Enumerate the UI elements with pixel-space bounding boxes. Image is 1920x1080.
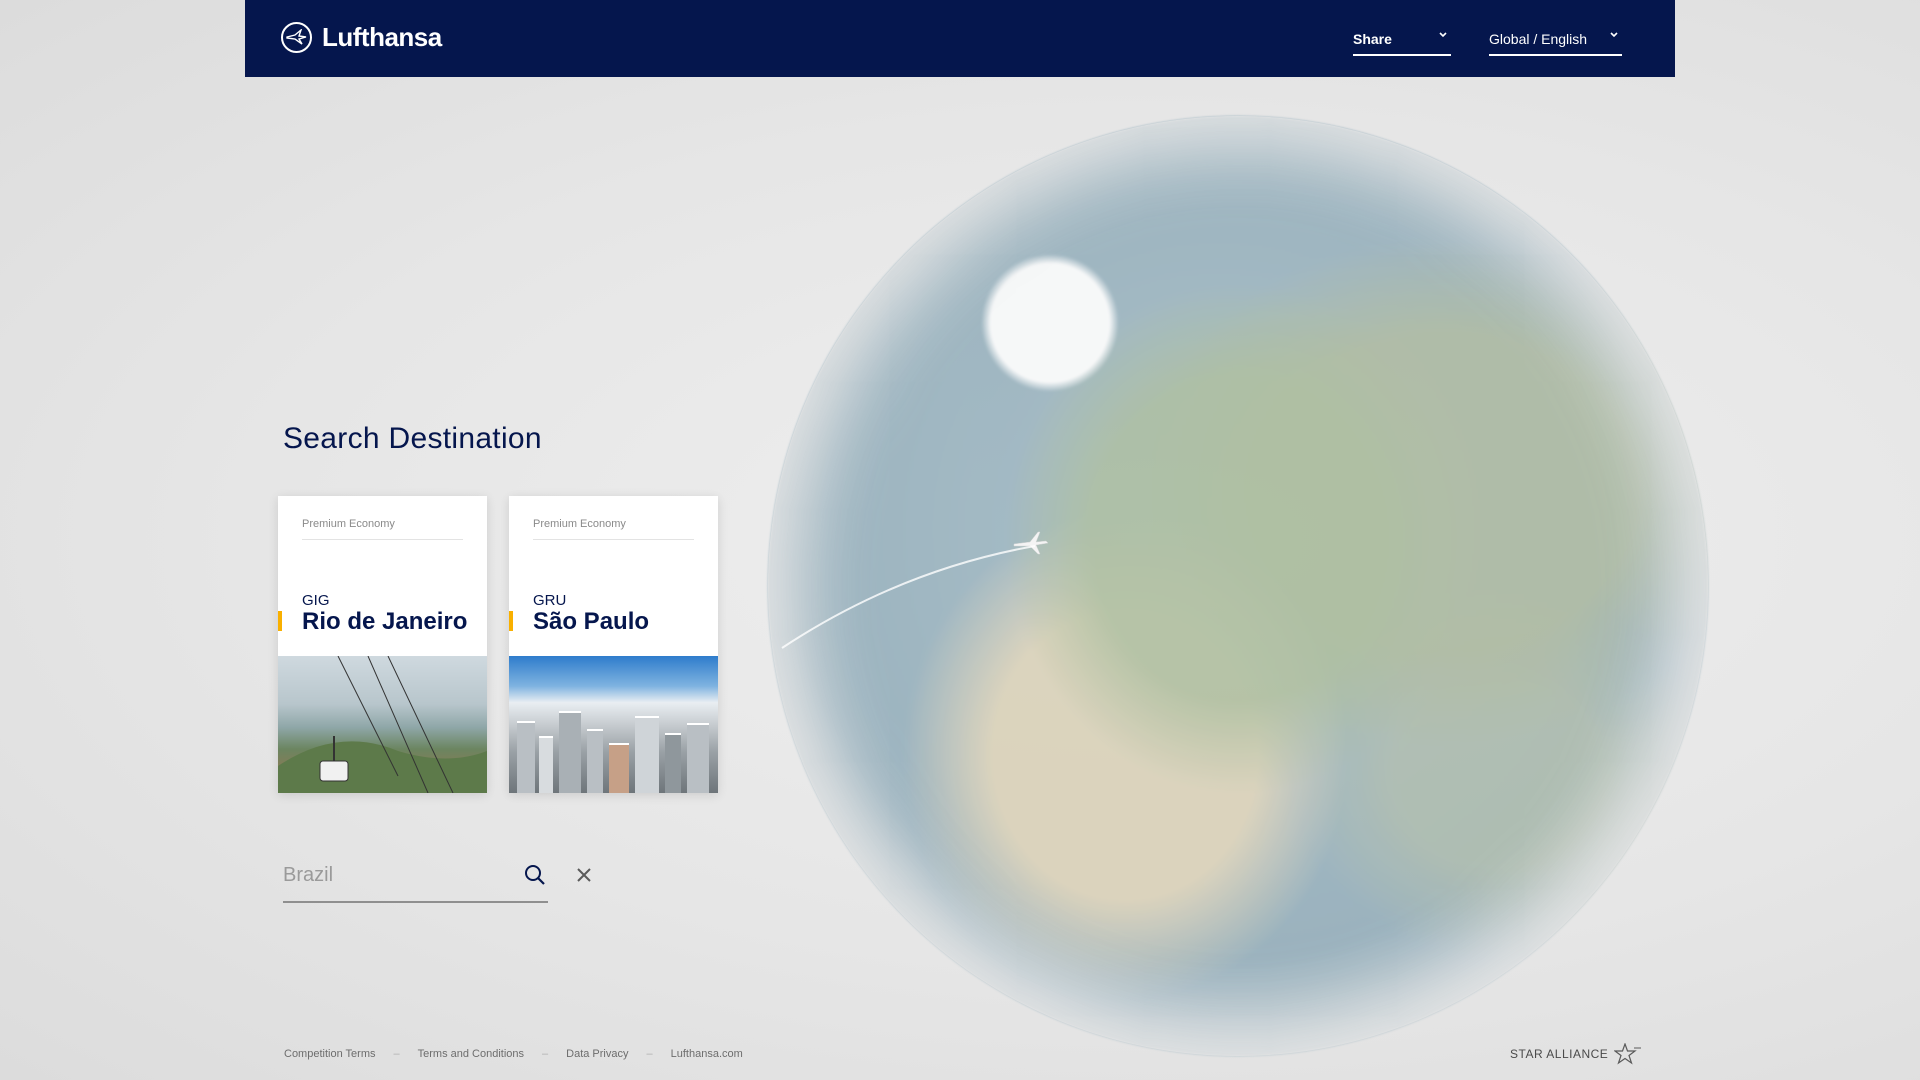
travel-class-label: Premium Economy xyxy=(533,518,626,530)
building xyxy=(635,716,659,793)
terms-and-conditions-link[interactable]: Terms and Conditions xyxy=(418,1048,524,1060)
destination-photo xyxy=(278,655,487,793)
data-privacy-link[interactable]: Data Privacy xyxy=(566,1048,628,1060)
lufthansa-crane-logo-icon xyxy=(281,22,312,53)
building xyxy=(517,721,535,793)
competition-terms-link[interactable]: Competition Terms xyxy=(284,1048,376,1060)
travel-class-label: Premium Economy xyxy=(302,518,395,530)
building xyxy=(609,743,629,793)
share-dropdown[interactable]: Share xyxy=(1353,29,1451,56)
search-input[interactable] xyxy=(283,862,503,888)
separator: – xyxy=(393,1048,400,1060)
card-divider xyxy=(302,539,463,540)
separator: – xyxy=(542,1048,549,1060)
city-name: Rio de Janeiro xyxy=(302,608,468,635)
footer-links: Competition Terms – Terms and Conditions… xyxy=(284,1048,743,1060)
building xyxy=(587,729,603,793)
share-label: Share xyxy=(1353,31,1392,47)
cable-car-illustration xyxy=(278,655,487,793)
lufthansa-logo[interactable]: Lufthansa xyxy=(281,22,442,53)
close-icon[interactable] xyxy=(576,867,592,883)
destination-search-box xyxy=(283,846,548,903)
destination-card-rio[interactable]: Premium Economy GIG Rio de Janeiro xyxy=(278,496,487,793)
building xyxy=(665,733,681,793)
star-alliance-label: STAR ALLIANCE xyxy=(1510,1047,1609,1061)
accent-bar xyxy=(509,611,513,631)
destination-card-sao-paulo[interactable]: Premium Economy GRU São Paulo xyxy=(509,496,718,793)
chevron-down-icon xyxy=(1439,32,1447,38)
chevron-down-icon xyxy=(1610,32,1618,38)
building xyxy=(559,711,581,793)
separator: – xyxy=(646,1048,653,1060)
building xyxy=(687,723,709,793)
airport-code: GRU xyxy=(533,592,567,609)
page-title: Search Destination xyxy=(283,422,542,455)
star-alliance-icon xyxy=(1614,1043,1642,1065)
star-alliance-logo[interactable]: STAR ALLIANCE xyxy=(1510,1043,1642,1065)
language-selector[interactable]: Global / English xyxy=(1489,29,1622,56)
airport-code: GIG xyxy=(302,592,330,609)
destination-photo xyxy=(509,656,718,793)
flight-trail xyxy=(781,545,1036,649)
language-label: Global / English xyxy=(1489,31,1588,47)
brand-name: Lufthansa xyxy=(322,22,442,52)
lufthansa-com-link[interactable]: Lufthansa.com xyxy=(671,1048,743,1060)
top-navigation-bar: Lufthansa Share Global / English xyxy=(245,0,1675,77)
building xyxy=(539,736,553,793)
city-name: São Paulo xyxy=(533,608,650,635)
card-divider xyxy=(533,539,694,540)
search-icon[interactable] xyxy=(524,864,546,886)
accent-bar xyxy=(278,611,282,631)
